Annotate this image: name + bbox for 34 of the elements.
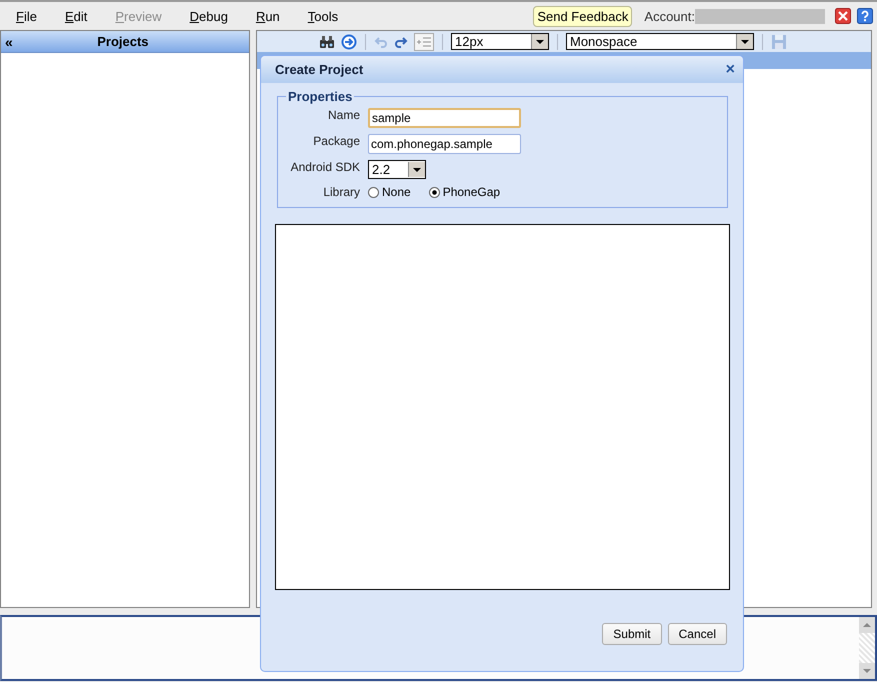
field-label: Library: [322, 185, 360, 199]
panel-title: Projects: [96, 34, 150, 49]
send-feedback-button[interactable]: Send Feedback: [533, 6, 632, 26]
menu-item[interactable]: Edit: [64, 8, 88, 24]
name-field[interactable]: sample: [368, 108, 521, 128]
menu-item[interactable]: Tools: [308, 8, 338, 24]
close-button[interactable]: ×: [726, 60, 735, 78]
field-label: Android SDK: [290, 160, 360, 174]
package-field[interactable]: com.phonegap.sample: [368, 134, 521, 154]
account-label: Account:: [644, 8, 695, 24]
help-icon[interactable]: [857, 8, 873, 24]
dialog-title: Create Project: [275, 62, 364, 77]
radio-option[interactable]: None: [368, 185, 411, 199]
redo-icon[interactable]: [394, 34, 408, 48]
field-label: Package: [312, 134, 360, 148]
menu-item[interactable]: Run: [256, 8, 280, 24]
dialog-button[interactable]: Cancel: [668, 623, 727, 645]
field-label: Name: [326, 108, 360, 122]
scroll-down-icon[interactable]: [859, 663, 875, 679]
collapse-button[interactable]: «: [1, 34, 17, 50]
dialog-button[interactable]: Submit: [602, 623, 662, 645]
indent-icon[interactable]: [414, 32, 434, 50]
sdk-select[interactable]: 2.2: [368, 160, 426, 179]
binoculars-icon[interactable]: [319, 34, 335, 48]
font-size-select[interactable]: 12px: [451, 33, 549, 50]
scrollbar[interactable]: [859, 617, 875, 679]
close-icon[interactable]: [835, 8, 851, 24]
menu-item[interactable]: Debug: [190, 8, 228, 24]
group-legend: Properties: [286, 89, 354, 104]
scroll-up-icon[interactable]: [859, 617, 875, 633]
radio-option[interactable]: PhoneGap: [428, 185, 500, 199]
font-family-select[interactable]: Monospace: [566, 33, 754, 50]
menu-item[interactable]: File: [16, 8, 37, 24]
arrow-circle-icon[interactable]: [341, 34, 357, 50]
